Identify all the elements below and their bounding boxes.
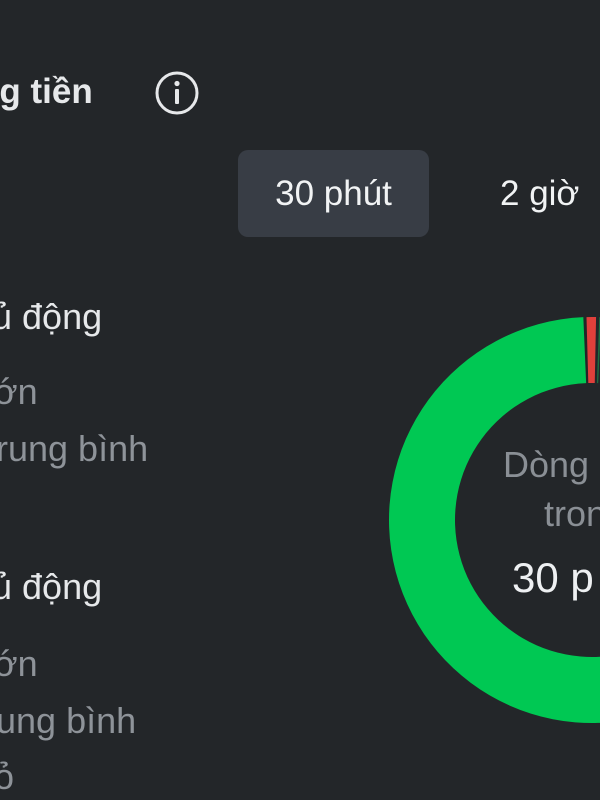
legend-group-2-heading: ủ động xyxy=(0,566,103,607)
legend-item-large-2: ớn xyxy=(0,643,38,684)
donut-center-label-line1: Dòng xyxy=(503,444,590,485)
donut-center-label-line2: tron xyxy=(544,493,600,534)
donut-segment-1 xyxy=(586,317,597,384)
info-icon[interactable] xyxy=(154,70,200,116)
legend-group-1-heading: ủ động xyxy=(0,296,103,337)
period-30-minutes-button[interactable]: 30 phút xyxy=(238,150,429,237)
donut-center-value: 30 p xyxy=(512,554,594,601)
legend-item-medium-1: rung bình xyxy=(0,428,149,469)
legend-item-small-2: ỏ xyxy=(0,756,15,797)
section-title: ng tiền xyxy=(0,72,93,111)
legend-item-medium-2: ung bình xyxy=(0,700,137,741)
period-2-hours-button[interactable]: 2 giờ xyxy=(500,150,579,237)
legend-item-large-1: ớn xyxy=(0,371,38,412)
section-header: ng tiền xyxy=(0,62,260,126)
